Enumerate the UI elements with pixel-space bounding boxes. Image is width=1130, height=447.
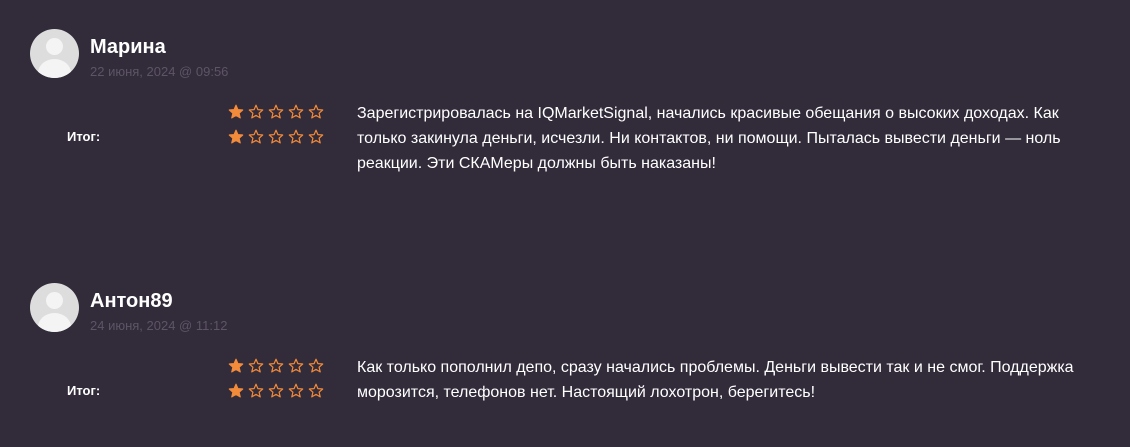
review-text: Зарегистрировалась на IQMarketSignal, на… bbox=[357, 105, 1061, 172]
star-filled-icon bbox=[228, 104, 244, 119]
review-date: 22 июня, 2024 @ 09:56 bbox=[90, 64, 229, 79]
star-filled-icon bbox=[228, 358, 244, 373]
review-text: Как только пополнил депо, сразу начались… bbox=[357, 359, 1074, 401]
star-filled-icon bbox=[228, 129, 244, 144]
avatar bbox=[30, 29, 79, 78]
star-outline-icon bbox=[308, 358, 324, 373]
total-label: Итог: bbox=[67, 383, 101, 398]
star-outline-icon bbox=[308, 104, 324, 119]
star-outline-icon bbox=[308, 383, 324, 398]
star-outline-icon bbox=[288, 129, 304, 144]
avatar-body-shape bbox=[38, 313, 71, 332]
star-outline-icon bbox=[248, 383, 264, 398]
review-date: 24 июня, 2024 @ 11:12 bbox=[90, 318, 228, 333]
rating-stars-total bbox=[228, 129, 324, 145]
star-outline-icon bbox=[308, 129, 324, 144]
star-outline-icon bbox=[288, 383, 304, 398]
avatar-head-shape bbox=[46, 38, 63, 55]
star-outline-icon bbox=[268, 358, 284, 373]
rating-stars bbox=[228, 358, 324, 374]
star-outline-icon bbox=[288, 104, 304, 119]
rating-stars bbox=[228, 104, 324, 120]
star-outline-icon bbox=[248, 129, 264, 144]
star-outline-icon bbox=[248, 358, 264, 373]
avatar bbox=[30, 283, 79, 332]
avatar-body-shape bbox=[38, 59, 71, 78]
rating-stars-total bbox=[228, 383, 324, 399]
star-filled-icon bbox=[228, 383, 244, 398]
star-outline-icon bbox=[288, 358, 304, 373]
avatar-head-shape bbox=[46, 292, 63, 309]
review-author: Марина bbox=[90, 36, 166, 58]
star-outline-icon bbox=[248, 104, 264, 119]
total-label: Итог: bbox=[67, 129, 101, 144]
star-outline-icon bbox=[268, 129, 284, 144]
review-author: Антон89 bbox=[90, 290, 173, 312]
star-outline-icon bbox=[268, 104, 284, 119]
star-outline-icon bbox=[268, 383, 284, 398]
